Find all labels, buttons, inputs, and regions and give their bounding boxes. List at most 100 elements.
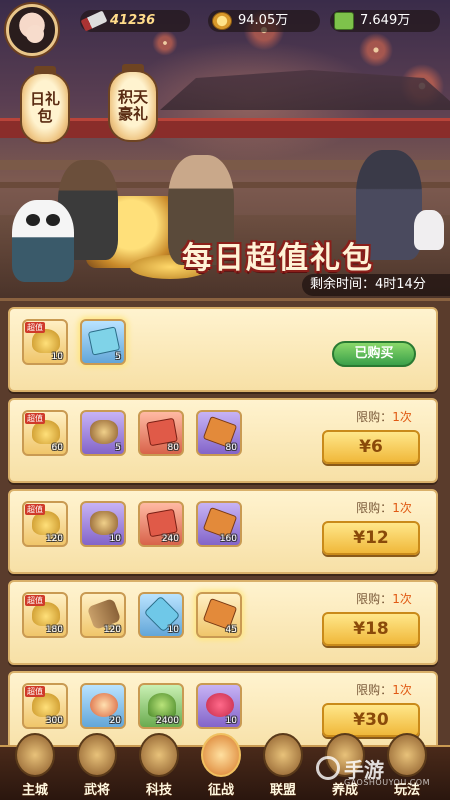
item-count: 300 bbox=[45, 716, 63, 726]
lantern-label: 日礼包 bbox=[30, 90, 61, 125]
rabbit-character bbox=[414, 210, 444, 250]
item-count: 240 bbox=[161, 534, 179, 544]
power-value: 41236 bbox=[110, 13, 156, 28]
package-card: 超值 10 5 已购买 bbox=[8, 307, 438, 392]
firework bbox=[150, 28, 180, 58]
gold-value: 94.05万 bbox=[238, 13, 289, 28]
reward-item[interactable]: 160 bbox=[196, 501, 242, 547]
buy-button[interactable]: ¥6 bbox=[322, 430, 420, 464]
reward-item[interactable]: 240 bbox=[138, 501, 184, 547]
reward-item[interactable]: 超值 180 bbox=[22, 592, 68, 638]
buy-button[interactable]: ¥18 bbox=[322, 612, 420, 646]
accumulated-gift-lantern[interactable]: 积天豪礼 bbox=[108, 64, 158, 142]
limit-count: 1次 bbox=[392, 592, 412, 606]
bag-icon bbox=[90, 511, 118, 535]
item-count: 160 bbox=[219, 534, 237, 544]
bag-icon bbox=[90, 420, 118, 444]
package-card: 超值 180 120 10 45 限购：1次 ¥18 bbox=[8, 580, 438, 665]
gold-stat[interactable]: 94.05万 bbox=[208, 10, 320, 32]
buy-button[interactable]: ¥30 bbox=[322, 703, 420, 737]
item-count: 80 bbox=[225, 443, 237, 453]
reward-item[interactable]: 80 bbox=[196, 410, 242, 456]
reward-item[interactable]: 10 bbox=[80, 501, 126, 547]
item-count: 10 bbox=[51, 352, 63, 362]
package-list[interactable]: 超值 10 5 已购买 超值 60 5 80 80 限购：1次 ¥6 超值 120 10 240 160 限购：… bbox=[0, 298, 450, 745]
red-envelope-icon bbox=[146, 508, 178, 538]
city-icon bbox=[15, 733, 55, 777]
panda-character bbox=[12, 200, 74, 282]
nav-label: 武将 bbox=[83, 783, 110, 798]
purchased-button[interactable]: 已购买 bbox=[332, 341, 416, 367]
reward-item[interactable]: 超值 10 bbox=[22, 319, 68, 365]
value-tag: 超值 bbox=[25, 504, 45, 515]
nav-label: 征战 bbox=[207, 783, 234, 798]
general-icon bbox=[77, 733, 117, 777]
countdown-timer: 剩余时间：4时14分 bbox=[302, 274, 450, 296]
food-stat[interactable]: 7.649万 bbox=[330, 10, 440, 32]
reward-item[interactable]: 120 bbox=[80, 592, 126, 638]
sword-icon bbox=[80, 10, 108, 32]
nav-item-1[interactable]: 主城 bbox=[6, 733, 64, 800]
buy-button[interactable]: ¥12 bbox=[322, 521, 420, 555]
purchase-limit: 限购：1次 bbox=[344, 590, 424, 607]
purchase-limit: 限购：1次 bbox=[344, 499, 424, 516]
firework bbox=[356, 30, 396, 70]
limit-label: 限购： bbox=[356, 410, 393, 424]
item-count: 2400 bbox=[156, 716, 179, 726]
item-count: 80 bbox=[167, 443, 179, 453]
daily-gift-lantern[interactable]: 日礼包 bbox=[20, 66, 70, 144]
item-count: 60 bbox=[51, 443, 63, 453]
reward-item[interactable]: 45 bbox=[196, 592, 242, 638]
limit-label: 限购： bbox=[356, 683, 393, 697]
reward-item[interactable]: 10 bbox=[138, 592, 184, 638]
banner: 每日超值礼包 剩余时间：4时14分 bbox=[0, 0, 450, 300]
watermark-logo-icon bbox=[316, 756, 340, 780]
item-count: 10 bbox=[167, 625, 179, 635]
nav-item-5[interactable]: 联盟 bbox=[254, 733, 312, 800]
purchase-limit: 限购：1次 bbox=[344, 408, 424, 425]
item-count: 5 bbox=[115, 352, 121, 362]
reward-item[interactable]: 2400 bbox=[138, 683, 184, 729]
item-count: 120 bbox=[103, 625, 121, 635]
item-count: 10 bbox=[109, 534, 121, 544]
lantern-icon bbox=[90, 693, 118, 717]
reward-item[interactable]: 80 bbox=[138, 410, 184, 456]
reward-item[interactable]: 超值 300 bbox=[22, 683, 68, 729]
reward-item[interactable]: 5 bbox=[80, 410, 126, 456]
watermark-url: GAOSHOUYOU.COM bbox=[344, 778, 431, 787]
item-count: 45 bbox=[225, 625, 237, 635]
banner-title: 每日超值礼包 bbox=[182, 241, 374, 276]
purchase-limit: 限购：1次 bbox=[344, 681, 424, 698]
nav-item-3[interactable]: 科技 bbox=[130, 733, 188, 800]
item-count: 10 bbox=[225, 716, 237, 726]
nav-label: 科技 bbox=[145, 783, 172, 798]
value-tag: 超值 bbox=[25, 686, 45, 697]
watermark: 手游 GAOSHOUYOU.COM bbox=[316, 752, 446, 792]
item-count: 120 bbox=[45, 534, 63, 544]
limit-count: 1次 bbox=[392, 410, 412, 424]
nav-item-4[interactable]: 征战 bbox=[192, 733, 250, 800]
value-tag: 超值 bbox=[25, 595, 45, 606]
lantern-label: 积天豪礼 bbox=[118, 88, 149, 123]
reward-item[interactable]: 超值 60 bbox=[22, 410, 68, 456]
limit-label: 限购： bbox=[356, 592, 393, 606]
package-card: 超值 60 5 80 80 限购：1次 ¥6 bbox=[8, 398, 438, 483]
plant-icon bbox=[148, 693, 176, 717]
limit-count: 1次 bbox=[392, 683, 412, 697]
item-count: 20 bbox=[109, 716, 121, 726]
value-tag: 超值 bbox=[25, 413, 45, 424]
player-avatar[interactable] bbox=[6, 4, 58, 56]
food-value: 7.649万 bbox=[360, 13, 411, 28]
reward-item[interactable]: 20 bbox=[80, 683, 126, 729]
nav-label: 主城 bbox=[21, 783, 48, 798]
reward-item[interactable]: 10 bbox=[196, 683, 242, 729]
nav-label: 联盟 bbox=[269, 783, 296, 798]
limit-label: 限购： bbox=[356, 501, 393, 515]
value-tag: 超值 bbox=[25, 322, 45, 333]
red-envelope-icon bbox=[146, 417, 178, 447]
reward-item[interactable]: 超值 120 bbox=[22, 501, 68, 547]
package-card: 超值 120 10 240 160 限购：1次 ¥12 bbox=[8, 489, 438, 574]
reward-item[interactable]: 5 bbox=[80, 319, 126, 365]
battle-icon bbox=[201, 733, 241, 777]
nav-item-2[interactable]: 武将 bbox=[68, 733, 126, 800]
